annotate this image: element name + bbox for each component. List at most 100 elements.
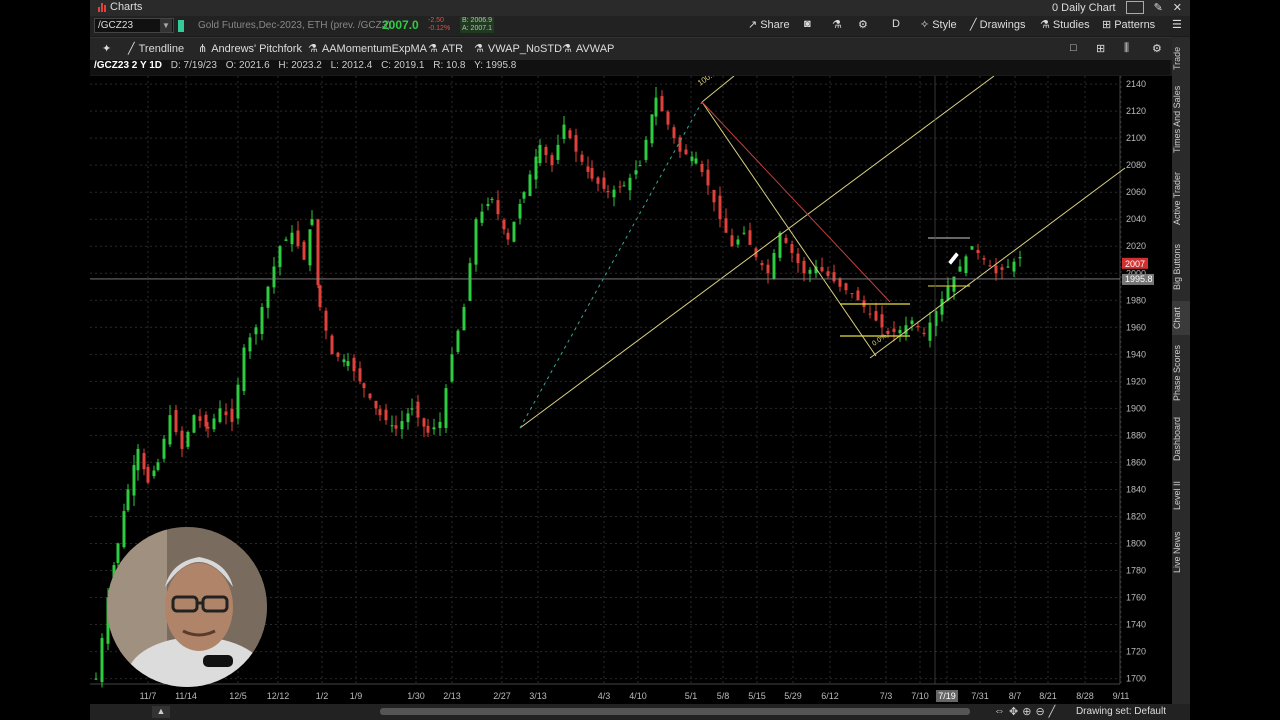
tab-chart[interactable]: Chart: [1172, 301, 1190, 335]
candle-body: [310, 219, 314, 225]
tab-big-buttons[interactable]: Big Buttons: [1172, 239, 1190, 295]
candle-body: [628, 177, 632, 191]
share-button[interactable]: ↗ Share: [748, 18, 790, 32]
study-atr[interactable]: ⚗ ATR: [428, 42, 464, 56]
candle-body: [958, 266, 962, 272]
candle-body: [456, 330, 460, 352]
draw-icon[interactable]: ╱: [1049, 705, 1056, 718]
horizontal-scrollbar[interactable]: [380, 708, 970, 715]
tab-times-and-sales[interactable]: Times And Sales: [1172, 81, 1190, 157]
tab-active-trader[interactable]: Active Trader: [1172, 163, 1190, 233]
pin-icon[interactable]: ✎: [1154, 1, 1163, 14]
study-vwap[interactable]: ⚗ VWAP_NoSTD: [474, 42, 562, 56]
candle-body: [1018, 257, 1022, 259]
candle-body: [296, 230, 300, 247]
candle-body: [690, 156, 694, 161]
study-label: Trendline: [138, 42, 185, 55]
timeframe-button[interactable]: D: [892, 18, 900, 30]
candle-body: [290, 232, 294, 245]
candle-body: [278, 246, 282, 267]
x-tick-label: 1/9: [350, 691, 363, 701]
zoom-in-icon[interactable]: ⊕: [1022, 705, 1031, 718]
ohlc-info: /GCZ23 2 Y 1D D: 7/19/23 O: 2021.6 H: 20…: [90, 60, 1170, 75]
title-bar: Charts 0 Daily Chart ✎ ✕: [90, 0, 1190, 16]
patterns-icon: ⊞: [1102, 19, 1112, 31]
menu-button[interactable]: ☰: [1172, 18, 1182, 31]
info-close: C: 2019.1: [381, 60, 425, 71]
candle-body: [248, 337, 252, 352]
candle-body: [760, 263, 764, 266]
close-icon[interactable]: ✕: [1173, 1, 1182, 14]
candle-body: [644, 139, 648, 160]
study-pitchfork[interactable]: ⋔ Andrews' Pitchfork: [198, 42, 302, 56]
study-label: ATR: [441, 42, 464, 55]
candle-body: [562, 124, 566, 139]
pan-icon[interactable]: ⇔: [994, 705, 1005, 718]
candle-body: [596, 177, 600, 184]
expand-icon[interactable]: ▲: [152, 706, 170, 718]
study-momentum[interactable]: ⚗ AAMomentumExpMA: [308, 42, 427, 56]
flask-button[interactable]: ⚗: [832, 18, 842, 31]
tab-dashboard[interactable]: Dashboard: [1172, 411, 1190, 467]
study-bar: ✦ ╱ Trendline ⋔ Andrews' Pitchfork ⚗ AAMome…: [90, 37, 1190, 60]
x-tick-label: 5/15: [748, 691, 766, 701]
candle-body: [700, 163, 704, 172]
candle-body: [198, 416, 202, 421]
window-box-icon[interactable]: [1125, 1, 1144, 14]
menu-icon: ☰: [1172, 19, 1182, 31]
tab-phase-scores[interactable]: Phase Scores: [1172, 341, 1190, 405]
candle-body: [856, 290, 860, 301]
drawing-set[interactable]: Drawing set: Default: [1076, 706, 1166, 717]
y-tick-label: 1840: [1126, 484, 1146, 494]
candle-body: [1006, 266, 1010, 268]
share-icon: ↗: [748, 19, 758, 31]
x-tick-label: 8/7: [1009, 691, 1022, 701]
candle-body: [168, 415, 172, 445]
patterns-button[interactable]: ⊞ Patterns: [1102, 18, 1155, 32]
candle-body: [868, 313, 872, 315]
candle-body: [826, 271, 830, 276]
candle-body: [666, 111, 670, 125]
x-tick-label: 1/2: [316, 691, 329, 701]
snapshot-button[interactable]: ◙: [804, 18, 811, 30]
candle-body: [790, 244, 794, 253]
candle-body: [606, 191, 610, 193]
zoom-out-icon[interactable]: ⊖: [1035, 705, 1044, 718]
info-open: O: 2021.6: [225, 60, 270, 71]
x-tick-label: 8/28: [1076, 691, 1094, 701]
pin-button[interactable]: ✦: [102, 42, 111, 55]
candle-body: [538, 144, 542, 164]
candle-body: [964, 256, 968, 274]
x-tick-label: 5/8: [717, 691, 730, 701]
settings-button[interactable]: ⚙: [858, 18, 868, 31]
candle-body: [384, 409, 388, 421]
chevron-down-icon[interactable]: ▼: [160, 19, 172, 32]
candle-body: [462, 307, 466, 331]
candle-body: [922, 332, 926, 335]
app-title-label: Charts: [110, 1, 143, 13]
tab-live-news[interactable]: Live News: [1172, 523, 1190, 581]
candle-body: [590, 168, 594, 179]
bars-button[interactable]: ⫼: [1124, 42, 1129, 55]
candle-body: [736, 239, 740, 245]
study-avwap[interactable]: ⚗ AVWAP: [562, 42, 614, 56]
y-tick-label: 1940: [1126, 349, 1146, 359]
tab-level-ii[interactable]: Level II: [1172, 473, 1190, 517]
layout-grid-button[interactable]: ⊞: [1096, 42, 1105, 55]
move-icon[interactable]: ✥: [1009, 705, 1018, 718]
chart-bars-icon: [98, 2, 106, 12]
style-button[interactable]: ✧ Style: [920, 18, 957, 32]
candle-body: [634, 170, 638, 175]
candle-body: [916, 326, 920, 328]
layout-single-button[interactable]: □: [1070, 42, 1077, 54]
candle-body: [284, 239, 288, 241]
studies-button[interactable]: ⚗ Studies: [1040, 18, 1090, 32]
candle-body: [502, 219, 506, 230]
study-label: Andrews' Pitchfork: [211, 42, 302, 55]
study-trendline[interactable]: ╱ Trendline: [128, 42, 185, 56]
drawings-button[interactable]: ╱ Drawings: [970, 18, 1025, 32]
candle-body: [820, 267, 824, 272]
chart-settings-button[interactable]: ⚙: [1152, 42, 1162, 55]
tab-trade[interactable]: Trade: [1172, 41, 1190, 75]
x-tick-label: 11/14: [175, 691, 197, 701]
